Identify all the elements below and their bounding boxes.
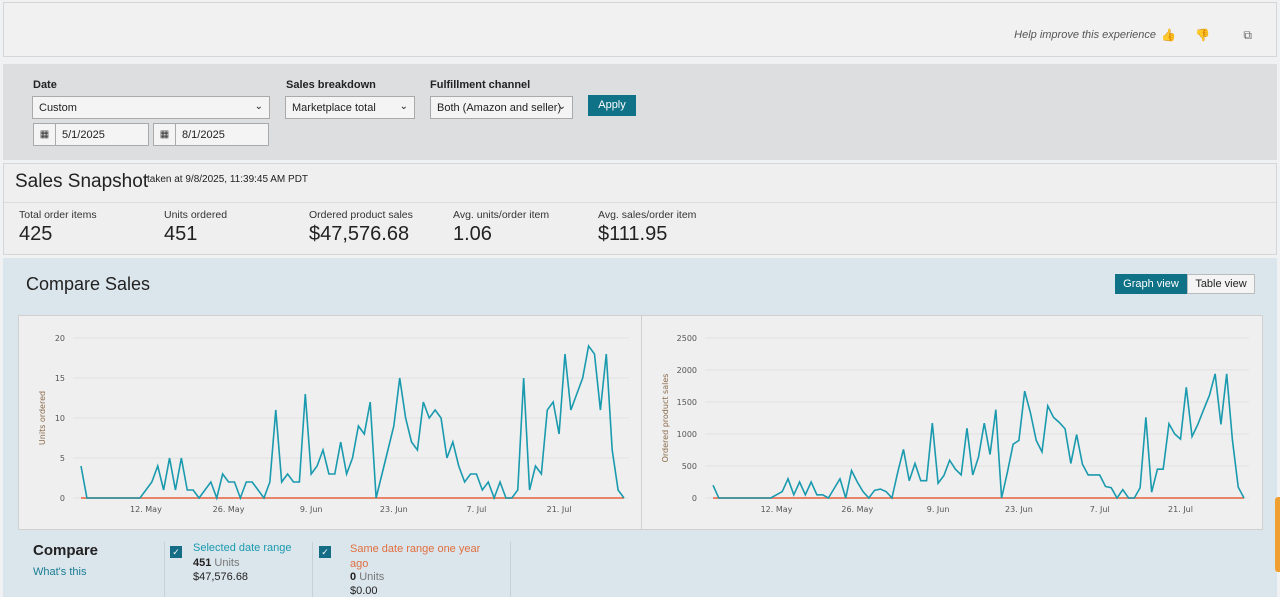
x-tick-label: 26. May — [841, 505, 873, 514]
units-ordered-chart: 0 5 10 15 20 12. May 26. May 9. Jun 23. Jun 7. Ju… — [38, 334, 629, 514]
chevron-down-icon: ⌄ — [557, 101, 566, 112]
metric-ordered-product-sales: Ordered product sales $47,576.68 — [309, 209, 413, 246]
y-tick-label: 2000 — [677, 366, 697, 375]
metric-avg-units: Avg. units/order item 1.06 — [453, 209, 549, 246]
metric-value: 1.06 — [453, 223, 492, 245]
compare-sales-title: Compare Sales — [26, 274, 151, 294]
last-year-checkbox[interactable]: ✓ — [319, 546, 331, 558]
sales-snapshot: Sales Snapshot taken at 9/8/2025, 11:39:… — [3, 163, 1277, 255]
breakdown-label: Sales breakdown — [286, 79, 376, 91]
x-tick-label: 7. Jul — [467, 505, 487, 514]
selected-range-label: Selected date range — [193, 542, 292, 554]
y-tick-label: 0 — [60, 494, 65, 503]
y-tick-label: 10 — [55, 414, 65, 423]
metric-value: $111.95 — [598, 223, 668, 245]
y-tick-label: 1500 — [677, 398, 697, 407]
x-tick-label: 23. Jun — [1005, 505, 1033, 514]
y-tick-label: 500 — [682, 462, 697, 471]
units-word: Units — [359, 571, 385, 583]
compare-sales-panel: Compare Sales Graph view Table view 0 5 10… — [3, 258, 1277, 597]
ordered-product-sales-chart: 0 500 1000 1500 2000 2500 12. May 26. May 9. Jun… — [661, 334, 1249, 514]
snapshot-title: Sales Snapshot — [15, 171, 149, 192]
metric-label: Avg. sales/order item — [598, 209, 697, 221]
x-tick-label: 12. May — [130, 505, 162, 514]
series-selected-line — [80, 344, 625, 501]
chevron-down-icon: ⌄ — [254, 101, 263, 112]
start-date-value: 5/1/2025 — [62, 129, 105, 141]
metric-value: 451 — [164, 223, 198, 245]
thumbs-up-icon[interactable]: 👍 — [1161, 28, 1176, 42]
x-tick-label: 26. May — [213, 505, 245, 514]
end-date-field[interactable]: ▦ 8/1/2025 — [153, 123, 269, 146]
feedback-tab[interactable] — [1275, 497, 1280, 572]
metric-units-ordered: Units ordered 451 — [164, 209, 227, 246]
metric-label: Ordered product sales — [309, 209, 413, 221]
y-tick-label: 2500 — [677, 334, 697, 343]
last-year-sales: $0.00 — [350, 585, 378, 597]
chevron-down-icon: ⌄ — [399, 101, 408, 112]
y-tick-label: 1000 — [677, 430, 697, 439]
charts-container: 0 5 10 15 20 12. May 26. May 9. Jun 23. Jun 7. Ju… — [18, 315, 1263, 530]
calendar-icon[interactable]: ▦ — [154, 124, 176, 145]
x-tick-label: 9. Jun — [927, 505, 950, 514]
help-improve-text: Help improve this experience — [1014, 29, 1156, 41]
table-view-button[interactable]: Table view — [1187, 274, 1255, 294]
end-date-value: 8/1/2025 — [182, 129, 225, 141]
metric-value: $47,576.68 — [309, 223, 410, 245]
date-select[interactable]: Custom ⌄ — [32, 96, 270, 119]
metric-label: Avg. units/order item — [453, 209, 550, 221]
y-tick-label: 15 — [55, 374, 65, 383]
last-year-units: 0 — [350, 571, 357, 583]
graph-view-button[interactable]: Graph view — [1115, 274, 1187, 294]
metric-avg-sales: Avg. sales/order item $111.95 — [598, 209, 696, 246]
x-tick-label: 21. Jul — [1168, 505, 1193, 514]
divider — [164, 542, 165, 597]
series-selected-line — [712, 373, 1245, 500]
selected-range-checkbox[interactable]: ✓ — [170, 546, 182, 558]
calendar-icon[interactable]: ▦ — [34, 124, 56, 145]
channel-label: Fulfillment channel — [430, 79, 531, 91]
channel-select[interactable]: Both (Amazon and seller) ⌄ — [430, 96, 573, 119]
metric-value: 425 — [19, 223, 53, 245]
copy-icon[interactable]: ⧉ — [1243, 28, 1252, 43]
thumbs-down-icon[interactable]: 👎 — [1195, 28, 1210, 42]
apply-button[interactable]: Apply — [588, 95, 636, 116]
date-label: Date — [33, 79, 57, 91]
y-tick-label: 0 — [692, 494, 697, 503]
feedback-bar: Help improve this experience 👍 👎 ⧉ — [3, 2, 1277, 57]
snapshot-timestamp: taken at 9/8/2025, 11:39:45 AM PDT — [147, 174, 309, 185]
channel-value: Both (Amazon and seller) — [437, 102, 562, 114]
y-tick-label: 20 — [55, 334, 65, 343]
metric-label: Total order items — [19, 209, 97, 221]
selected-sales: $47,576.68 — [193, 571, 249, 583]
x-tick-label: 12. May — [761, 505, 793, 514]
units-word: Units — [214, 557, 240, 569]
date-select-value: Custom — [39, 102, 77, 114]
metric-label: Units ordered — [164, 209, 228, 221]
divider — [312, 542, 313, 597]
x-tick-label: 21. Jul — [547, 505, 572, 514]
breakdown-select[interactable]: Marketplace total ⌄ — [285, 96, 415, 119]
x-tick-label: 7. Jul — [1090, 505, 1110, 514]
divider — [4, 202, 1276, 203]
selected-units: 451 — [193, 557, 212, 569]
y-axis-label: Ordered product sales — [661, 374, 670, 463]
y-tick-label: 5 — [60, 454, 65, 463]
x-tick-label: 9. Jun — [300, 505, 323, 514]
breakdown-value: Marketplace total — [292, 102, 376, 114]
x-tick-label: 23. Jun — [380, 505, 408, 514]
last-year-label: Same date range one year ago — [350, 543, 481, 570]
metric-total-order-items: Total order items 425 — [19, 209, 97, 246]
start-date-field[interactable]: ▦ 5/1/2025 — [33, 123, 149, 146]
divider — [510, 542, 511, 597]
y-axis-label: Units ordered — [38, 391, 47, 445]
whats-this-link[interactable]: What's this — [33, 566, 86, 578]
compare-title: Compare — [33, 542, 99, 559]
